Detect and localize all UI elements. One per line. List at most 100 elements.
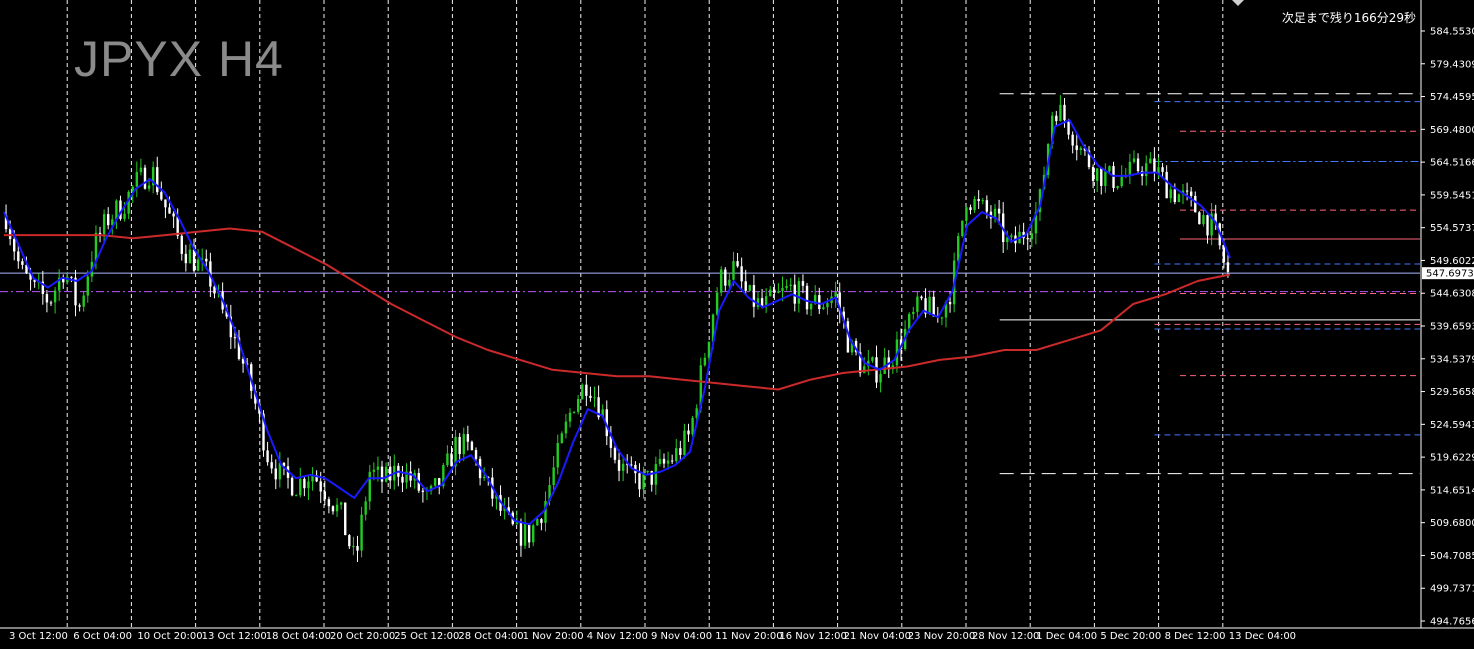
candle-body[interactable] [527, 523, 531, 543]
candle-body[interactable] [797, 281, 801, 304]
candle-body[interactable] [196, 259, 200, 271]
candle-body[interactable] [86, 276, 89, 296]
candle-body[interactable] [364, 501, 367, 515]
candle-body[interactable] [274, 468, 277, 480]
candle-body[interactable] [1145, 163, 1148, 177]
candle-body[interactable] [433, 478, 437, 486]
candle-body[interactable] [192, 249, 196, 271]
candle-body[interactable] [940, 317, 944, 319]
candle-body[interactable] [675, 448, 678, 462]
candle-body[interactable] [519, 521, 523, 546]
candle-body[interactable] [777, 291, 780, 293]
candle-body[interactable] [135, 172, 139, 187]
candle-body[interactable] [907, 314, 911, 329]
candle-body[interactable] [1067, 120, 1070, 135]
chart-area[interactable]: 3 Oct 12:00 6 Oct 04:00 10 Oct 20:00 13 Oct… [0, 0, 1474, 644]
candle-body[interactable] [156, 167, 159, 193]
candle-body[interactable] [1055, 115, 1058, 122]
candle-body[interactable] [421, 490, 425, 492]
candle-body[interactable] [160, 192, 163, 200]
candle-body[interactable] [49, 302, 53, 304]
candle-body[interactable] [732, 261, 735, 280]
candle-body[interactable] [728, 279, 731, 286]
candle-body[interactable] [184, 253, 188, 264]
candle-body[interactable] [932, 296, 935, 317]
candle-body[interactable] [683, 430, 686, 455]
candle-body[interactable] [969, 207, 972, 211]
candle-body[interactable] [1177, 194, 1181, 203]
candle-body[interactable] [344, 502, 347, 536]
candle-body[interactable] [1149, 158, 1152, 164]
candle-body[interactable] [1169, 189, 1172, 199]
candle-body[interactable] [720, 269, 723, 293]
candle-body[interactable] [348, 535, 351, 547]
candle-body[interactable] [1206, 215, 1209, 236]
candle-body[interactable] [789, 284, 792, 287]
candle-body[interactable] [1222, 245, 1226, 263]
candle-body[interactable] [1161, 167, 1164, 172]
candle-body[interactable] [556, 443, 559, 468]
candle-body[interactable] [617, 459, 621, 471]
candle-body[interactable] [871, 357, 874, 361]
candle-body[interactable] [920, 296, 923, 299]
candle-body[interactable] [916, 296, 919, 312]
candle-body[interactable] [981, 200, 984, 202]
candle-body[interactable] [781, 288, 784, 292]
candle-body[interactable] [1173, 189, 1177, 203]
candle-body[interactable] [1128, 161, 1132, 176]
candle-body[interactable] [143, 167, 147, 189]
candle-body[interactable] [70, 276, 73, 278]
candle-body[interactable] [233, 337, 237, 339]
candle-body[interactable] [1198, 212, 1201, 225]
candle-body[interactable] [270, 462, 273, 469]
candle-body[interactable] [360, 514, 363, 551]
candle-body[interactable] [572, 411, 576, 413]
candle-body[interactable] [965, 207, 968, 221]
candle-body[interactable] [1108, 166, 1111, 172]
candle-body[interactable] [335, 504, 339, 512]
candle-body[interactable] [1010, 235, 1013, 238]
candle-body[interactable] [879, 373, 882, 383]
candle-body[interactable] [331, 506, 335, 512]
candle-body[interactable] [589, 395, 592, 398]
candle-body[interactable] [409, 471, 412, 481]
candle-body[interactable] [372, 469, 376, 472]
candle-body[interactable] [662, 458, 666, 464]
candle-body[interactable] [470, 441, 474, 451]
candle-body[interactable] [585, 384, 588, 396]
candle-body[interactable] [613, 447, 617, 460]
candle-body[interactable] [17, 251, 20, 262]
candle-body[interactable] [1116, 186, 1119, 188]
candle-body[interactable] [1194, 195, 1197, 213]
candle-body[interactable] [180, 235, 183, 254]
candles-layer[interactable] [4, 95, 1230, 562]
candle-body[interactable] [21, 261, 24, 265]
candle-body[interactable] [53, 290, 57, 303]
candle-body[interactable] [1189, 191, 1193, 196]
candle-body[interactable] [826, 303, 829, 308]
candle-body[interactable] [1226, 262, 1230, 272]
candle-body[interactable] [172, 213, 175, 217]
candle-body[interactable] [1026, 238, 1029, 240]
candle-body[interactable] [123, 213, 126, 219]
candle-body[interactable] [568, 412, 572, 422]
candle-body[interactable] [1202, 215, 1205, 225]
candle-body[interactable] [621, 463, 625, 471]
candle-body[interactable] [679, 448, 682, 455]
candle-body[interactable] [805, 285, 809, 310]
candle-body[interactable] [985, 200, 989, 212]
candle-body[interactable] [339, 502, 343, 505]
candle-body[interactable] [1079, 147, 1083, 150]
candle-body[interactable] [744, 281, 747, 291]
candle-body[interactable] [462, 434, 465, 455]
candle-body[interactable] [1104, 171, 1107, 186]
candle-body[interactable] [74, 277, 77, 306]
candle-body[interactable] [78, 305, 81, 307]
candle-body[interactable] [740, 266, 743, 282]
candle-body[interactable] [474, 450, 478, 459]
candle-body[interactable] [523, 523, 527, 546]
candle-body[interactable] [1185, 190, 1189, 192]
candle-body[interactable] [593, 397, 596, 399]
candle-body[interactable] [658, 458, 662, 465]
candle-body[interactable] [834, 292, 837, 297]
